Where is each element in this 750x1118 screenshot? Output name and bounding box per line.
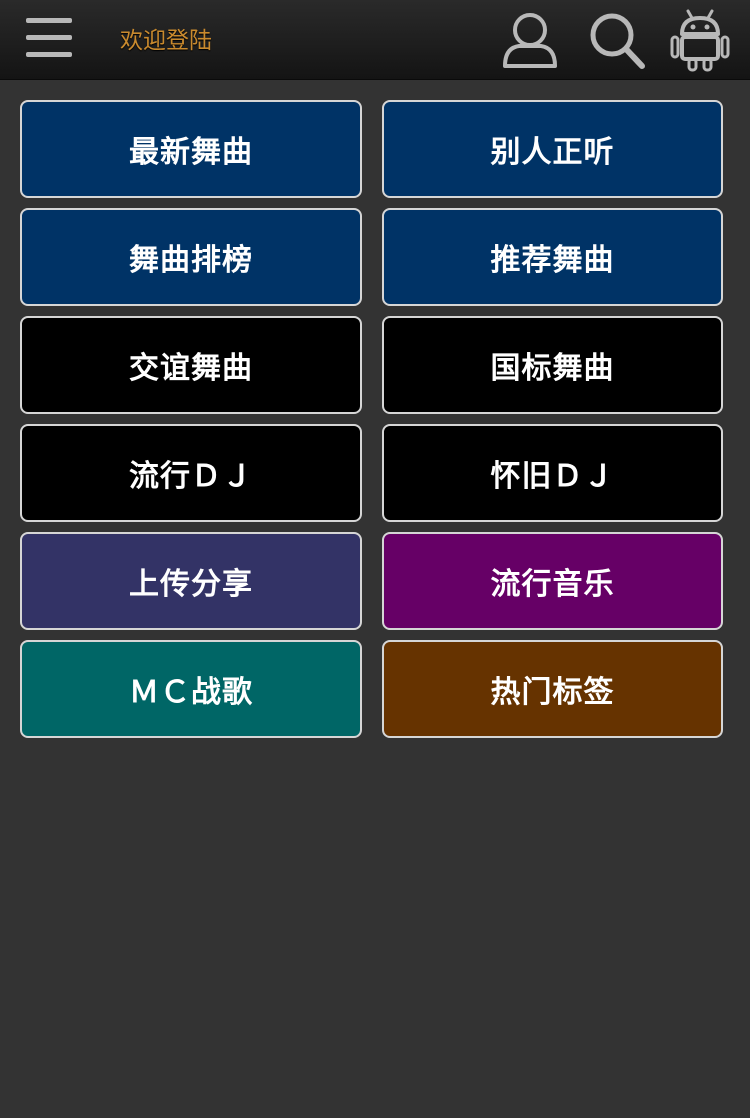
welcome-login-link[interactable]: 欢迎登陆 (120, 24, 212, 58)
tile-dance-ranking[interactable]: 舞曲排榜 (20, 208, 362, 306)
android-icon[interactable] (669, 8, 731, 72)
search-icon[interactable] (586, 8, 648, 72)
tile-popular-dj[interactable]: 流行ＤＪ (20, 424, 362, 522)
tile-upload-share[interactable]: 上传分享 (20, 532, 362, 630)
page: 欢迎登陆 最新舞曲 别人正听 舞曲排榜 推荐舞曲 交谊舞曲 国标舞曲 流行ＤＪ … (0, 0, 750, 1118)
top-bar: 欢迎登陆 (0, 0, 750, 80)
tile-nostalgic-dj[interactable]: 怀旧ＤＪ (382, 424, 723, 522)
tile-others-listening[interactable]: 别人正听 (382, 100, 723, 198)
category-grid: 最新舞曲 别人正听 舞曲排榜 推荐舞曲 交谊舞曲 国标舞曲 流行ＤＪ 怀旧ＤＪ … (20, 100, 723, 738)
tile-hot-tags[interactable]: 热门标签 (382, 640, 723, 738)
tile-latest-dance[interactable]: 最新舞曲 (20, 100, 362, 198)
tile-recommended-dance[interactable]: 推荐舞曲 (382, 208, 723, 306)
user-icon[interactable] (499, 8, 561, 72)
tile-ballroom-social[interactable]: 交谊舞曲 (20, 316, 362, 414)
tile-international-standard[interactable]: 国标舞曲 (382, 316, 723, 414)
menu-icon[interactable] (26, 16, 74, 60)
tile-mc-battle-songs[interactable]: ＭＣ战歌 (20, 640, 362, 738)
tile-pop-music[interactable]: 流行音乐 (382, 532, 723, 630)
